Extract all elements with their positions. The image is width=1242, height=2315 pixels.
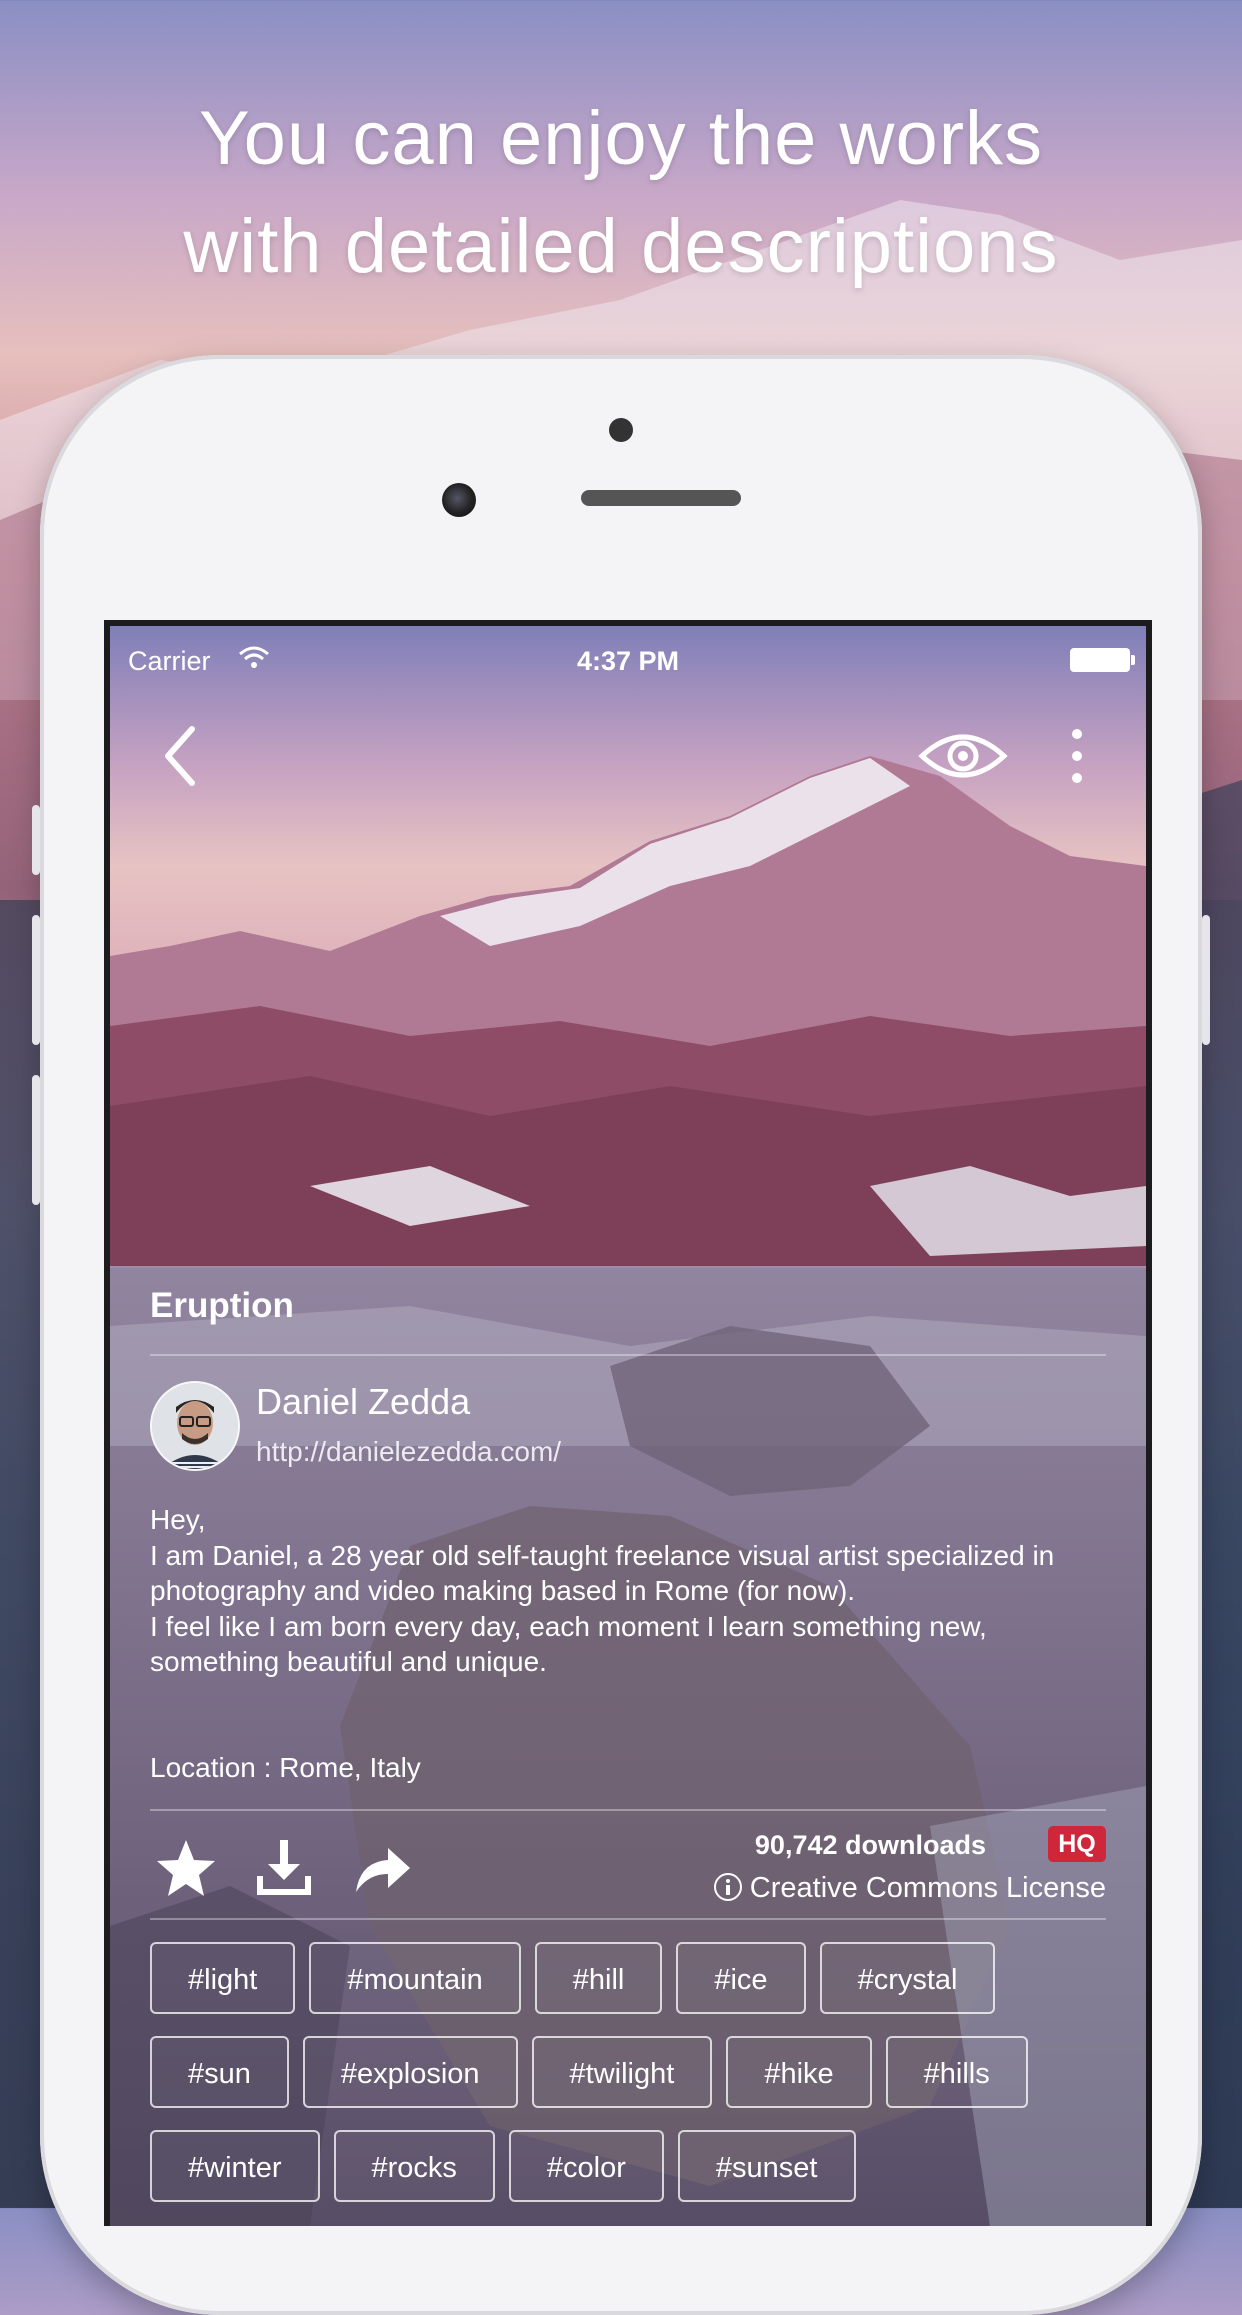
- tag-chip[interactable]: #mountain: [309, 1942, 521, 2014]
- favorite-button[interactable]: [154, 1836, 218, 1900]
- app-screen: Carrier 4:37 PM Eruption Daniel Zedda ht…: [104, 620, 1152, 2226]
- battery-icon: [1070, 648, 1135, 672]
- tag-chip[interactable]: #rocks: [333, 2130, 495, 2202]
- phone-volume-up: [32, 915, 40, 1045]
- tag-row: #sun #explosion #twilight #hike #hills: [150, 2036, 1110, 2108]
- phone-volume-down: [32, 1075, 40, 1205]
- preview-toggle-button[interactable]: [918, 726, 1008, 786]
- author-avatar[interactable]: [150, 1381, 240, 1471]
- info-icon: [713, 1873, 742, 1901]
- tag-row: #winter #rocks #color #sunset: [150, 2130, 1110, 2202]
- status-bar: Carrier 4:37 PM: [110, 626, 1146, 686]
- proximity-sensor: [609, 418, 633, 442]
- tag-chip[interactable]: #ice: [676, 1942, 806, 2014]
- tag-chip[interactable]: #light: [150, 1942, 296, 2014]
- actions-bottom-divider: [150, 1918, 1106, 1920]
- download-count: 90,742 downloads: [754, 1830, 986, 1860]
- photo-title: Eruption: [150, 1286, 294, 1325]
- tag-chip[interactable]: #hill: [534, 1942, 663, 2014]
- location-label: Location : Rome, Italy: [150, 1752, 421, 1783]
- tag-chip[interactable]: #explosion: [302, 2036, 518, 2108]
- download-icon: [257, 1840, 311, 1895]
- author-name[interactable]: Daniel Zedda: [256, 1381, 470, 1423]
- star-icon: [157, 1840, 215, 1896]
- earpiece-speaker: [581, 490, 741, 506]
- tag-row: #light #mountain #hill #ice #crystal: [150, 1942, 1110, 2014]
- tag-chip[interactable]: #winter: [150, 2130, 320, 2202]
- tag-chip[interactable]: #hike: [726, 2036, 872, 2108]
- headline-line-1: You can enjoy the works: [198, 96, 1044, 181]
- avatar-image: [152, 1383, 238, 1469]
- author-bio: Hey, I am Daniel, a 28 year old self-tau…: [150, 1502, 1110, 1680]
- status-time: 4:37 PM: [576, 646, 680, 676]
- author-website-link[interactable]: http://danielezedda.com/: [256, 1436, 561, 1468]
- tag-chip[interactable]: #crystal: [819, 1942, 996, 2014]
- share-button[interactable]: [350, 1836, 414, 1900]
- tag-chip[interactable]: #sunset: [677, 2130, 856, 2202]
- hq-badge: HQ: [1048, 1826, 1106, 1862]
- tag-list: #light #mountain #hill #ice #crystal #su…: [150, 1942, 1110, 2224]
- headline-line-2: with detailed descriptions: [183, 204, 1059, 289]
- download-button[interactable]: [252, 1836, 316, 1900]
- more-options-button[interactable]: [1060, 724, 1094, 788]
- bio-line: Hey,: [150, 1504, 206, 1535]
- bio-line: I am Daniel, a 28 year old self-taught f…: [150, 1539, 1055, 1607]
- bio-line: I feel like I am born every day, each mo…: [150, 1610, 987, 1678]
- phone-power-button: [1202, 915, 1210, 1045]
- license-link[interactable]: Creative Commons License: [713, 1872, 1106, 1905]
- phone-mute-switch: [32, 805, 40, 875]
- tag-chip[interactable]: #hills: [885, 2036, 1028, 2108]
- back-button[interactable]: [154, 721, 214, 791]
- share-arrow-icon: [356, 1848, 410, 1892]
- license-label: Creative Commons License: [749, 1872, 1106, 1904]
- tag-chip[interactable]: #color: [508, 2130, 664, 2202]
- tag-chip[interactable]: #sun: [150, 2036, 289, 2108]
- tag-chip[interactable]: #twilight: [531, 2036, 713, 2108]
- more-vertical-icon: [1072, 729, 1082, 783]
- actions-top-divider: [150, 1809, 1106, 1811]
- front-camera: [442, 483, 476, 517]
- promo-headline: You can enjoy the works with detailed de…: [0, 85, 1242, 301]
- chevron-left-icon: [165, 726, 195, 786]
- eye-icon: [918, 734, 1008, 778]
- title-divider: [150, 1354, 1106, 1356]
